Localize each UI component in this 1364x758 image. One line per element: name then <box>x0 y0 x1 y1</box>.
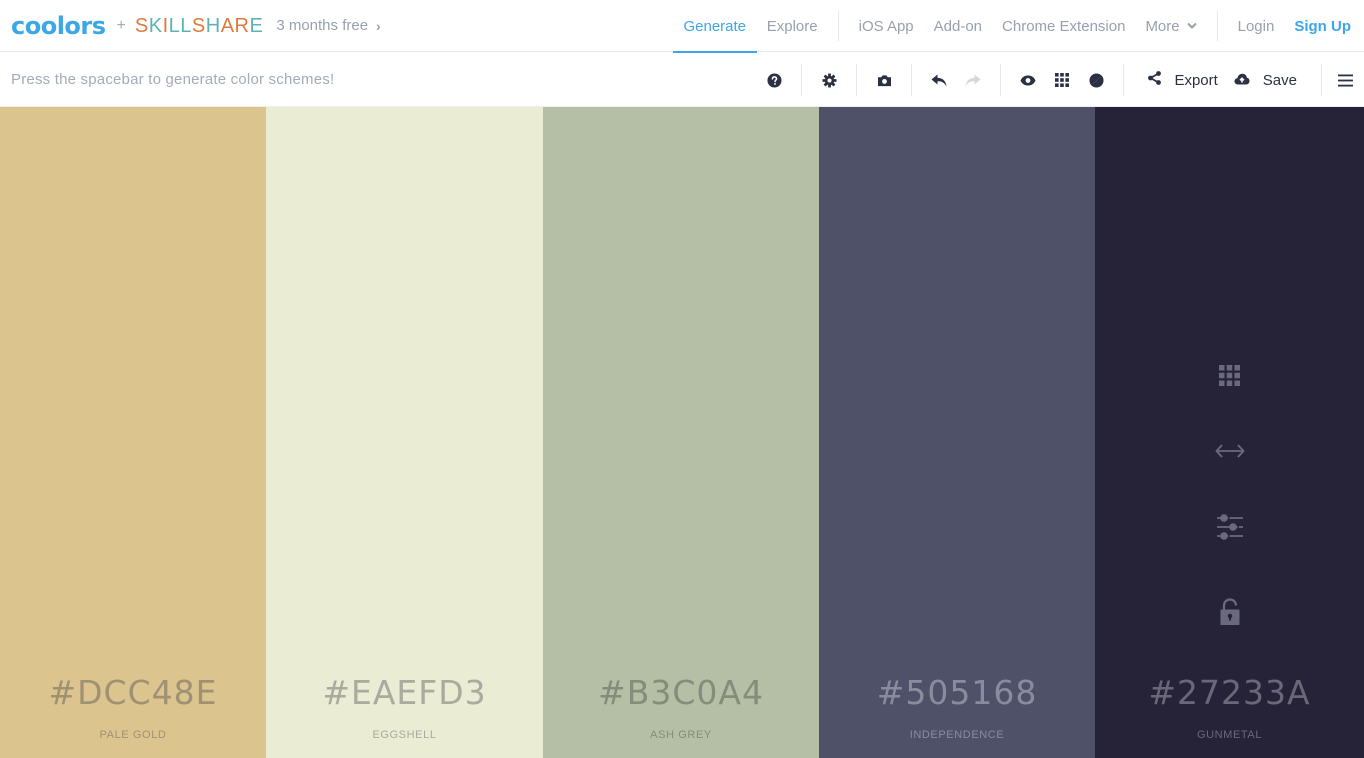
spacebar-hint: Press the spacebar to generate color sch… <box>11 71 335 88</box>
chevron-right-icon: › <box>376 17 381 34</box>
skillshare-logo[interactable]: SKILLSHARE <box>135 16 263 36</box>
nav-sign-up[interactable]: Sign Up <box>1284 0 1364 52</box>
save-button[interactable]: Save <box>1230 53 1321 107</box>
toolbar-divider <box>856 64 858 96</box>
toolbar-divider <box>1123 64 1125 96</box>
menu-icon[interactable] <box>1326 53 1364 107</box>
nav-explore[interactable]: Explore <box>757 0 828 52</box>
nav-chrome-extension[interactable]: Chrome Extension <box>992 0 1135 52</box>
brand: coolors + SKILLSHARE 3 months free › <box>0 0 381 52</box>
toolbar-divider <box>801 64 803 96</box>
color-swatch[interactable]: #DCC48E PALE GOLD <box>0 107 266 758</box>
color-swatch[interactable]: #EAEFD3 EGGSHELL <box>266 107 543 758</box>
logo-letter: S <box>134 14 149 37</box>
logo-letter: S <box>191 14 206 37</box>
grid-icon[interactable] <box>1210 355 1250 395</box>
swatch-name: EGGSHELL <box>372 729 437 741</box>
logo-letter: A <box>220 14 235 37</box>
promo-link[interactable]: 3 months free › <box>276 17 380 34</box>
share-icon <box>1148 71 1162 89</box>
color-swatch[interactable]: #27233A GUNMETAL <box>1095 107 1364 758</box>
logo-letter: K <box>148 14 163 37</box>
nav-add-on[interactable]: Add-on <box>924 0 992 52</box>
lock-icon[interactable] <box>1210 592 1250 632</box>
adjust-sliders-icon[interactable] <box>1210 507 1250 547</box>
top-nav: coolors + SKILLSHARE 3 months free › Gen… <box>0 0 1364 53</box>
export-button[interactable]: Export <box>1134 53 1229 107</box>
logo-letter: H <box>205 14 221 37</box>
plus-sign: + <box>116 16 126 34</box>
color-swatch[interactable]: #505168 INDEPENDENCE <box>819 107 1095 758</box>
grid-icon[interactable] <box>1045 53 1079 107</box>
swatch-hex[interactable]: #EAEFD3 <box>266 673 543 712</box>
swatch-hex[interactable]: #DCC48E <box>0 673 266 712</box>
logo-letter: L <box>180 14 192 37</box>
swatch-name: GUNMETAL <box>1196 729 1263 741</box>
swatch-tools <box>1095 355 1364 632</box>
nav-more[interactable]: More <box>1135 0 1206 52</box>
color-swatch[interactable]: #B3C0A4 ASH GREY <box>543 107 819 758</box>
camera-icon[interactable] <box>867 53 901 107</box>
nav-login[interactable]: Login <box>1228 0 1285 52</box>
logo-letter: L <box>168 14 181 37</box>
swatch-name: PALE GOLD <box>99 729 167 741</box>
coolors-logo[interactable]: coolors <box>11 14 106 38</box>
undo-icon[interactable] <box>922 53 956 107</box>
save-label: Save <box>1262 71 1297 89</box>
nav-divider <box>837 11 839 41</box>
view-icon[interactable] <box>1011 53 1045 107</box>
toolbar-divider <box>911 64 913 96</box>
nav-divider <box>1216 11 1218 41</box>
nav-generate[interactable]: Generate <box>672 0 757 53</box>
toolbar-tools: Export Save <box>757 53 1364 107</box>
nav-more-label: More <box>1145 17 1180 35</box>
drag-arrows-icon[interactable] <box>1210 431 1250 471</box>
logo-letter: R <box>234 14 250 37</box>
toolbar: Press the spacebar to generate color sch… <box>0 53 1364 107</box>
swatch-hex[interactable]: #B3C0A4 <box>543 673 819 712</box>
toolbar-divider <box>1000 64 1002 96</box>
chevron-down-icon <box>1186 21 1197 32</box>
help-icon[interactable] <box>757 53 791 107</box>
color-palette: #DCC48E PALE GOLD #EAEFD3 EGGSHELL #B3C0… <box>0 107 1364 758</box>
swatch-name: INDEPENDENCE <box>909 729 1005 741</box>
swatch-name: ASH GREY <box>650 729 712 741</box>
swatch-hex[interactable]: #505168 <box>819 673 1095 712</box>
promo-label: 3 months free <box>276 17 369 34</box>
nav-ios-app[interactable]: iOS App <box>849 0 924 52</box>
toolbar-divider <box>1321 64 1322 96</box>
swatch-hex[interactable]: #27233A <box>1095 673 1364 712</box>
export-label: Export <box>1174 71 1218 89</box>
cloud-upload-icon <box>1234 72 1250 89</box>
redo-icon[interactable] <box>956 53 990 107</box>
contrast-icon[interactable] <box>1079 53 1113 107</box>
logo-letter: E <box>249 14 264 37</box>
settings-icon[interactable] <box>812 53 846 107</box>
nav-links: Generate Explore iOS App Add-on Chrome E… <box>672 0 1364 53</box>
